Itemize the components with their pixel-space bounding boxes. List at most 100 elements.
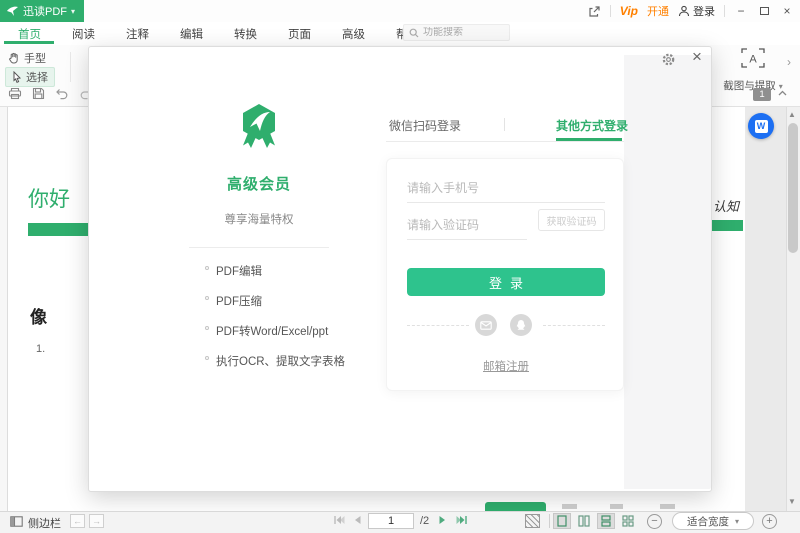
print-icon[interactable] — [8, 87, 22, 100]
history-back-button[interactable]: ← — [70, 514, 85, 528]
phone-input[interactable] — [407, 173, 605, 203]
doc-heading-text: 你好 — [28, 183, 70, 213]
history-forward-button[interactable]: → — [89, 514, 104, 528]
cursor-icon — [12, 71, 22, 83]
capture-extract-button[interactable]: A 截图与提取 ▾ — [713, 48, 793, 93]
next-page-button[interactable] — [438, 515, 447, 525]
active-menu-underline — [4, 41, 54, 44]
quick-action-icons — [8, 87, 93, 100]
doc-right-heading-text: 认知 — [713, 196, 739, 215]
qq-login-icon[interactable] — [510, 314, 532, 336]
email-login-icon[interactable] — [475, 314, 497, 336]
scroll-down-icon[interactable]: ▼ — [788, 497, 796, 506]
app-logo-bird-icon — [6, 6, 19, 17]
email-register-link[interactable]: 邮箱注册 — [387, 358, 625, 374]
save-icon[interactable] — [32, 87, 45, 100]
menu-tab-annotate[interactable]: 注释 — [126, 26, 149, 42]
hidden-dialog-label — [610, 504, 623, 509]
hidden-dialog-label — [562, 504, 577, 509]
dropdown-caret-icon: ▾ — [735, 517, 739, 526]
feature-item: 执行OCR、提取文字表格 — [205, 353, 345, 369]
page-background-icon[interactable] — [525, 514, 540, 528]
close-dialog-icon[interactable]: × — [692, 48, 702, 65]
maximize-icon — [760, 7, 769, 15]
tab-wechat-login[interactable]: 微信扫码登录 — [389, 117, 461, 134]
continuous-view-button[interactable] — [597, 513, 615, 529]
maximize-button[interactable] — [757, 4, 771, 18]
close-window-button[interactable]: × — [780, 4, 794, 18]
zoom-in-button[interactable]: + — [762, 514, 777, 529]
app-title: 迅读PDF — [23, 3, 67, 19]
toolbar-overflow-icon[interactable]: › — [787, 55, 791, 69]
bullet-icon — [205, 326, 209, 330]
tab-separator — [504, 118, 505, 131]
search-input[interactable] — [423, 27, 503, 38]
previous-page-button[interactable] — [353, 515, 362, 525]
menu-tab-home[interactable]: 首页 — [18, 26, 41, 42]
hidden-dialog-green-button[interactable] — [485, 502, 546, 511]
titlebar-separator — [724, 5, 725, 17]
convert-to-word-badge[interactable]: W — [748, 113, 774, 139]
zoom-out-button[interactable]: − — [647, 514, 662, 529]
statusbar-separator — [549, 514, 550, 528]
page-count-badge: 1 — [753, 88, 771, 101]
single-page-view-button[interactable] — [553, 513, 571, 529]
divider-dash — [543, 325, 605, 326]
word-doc-icon: W — [755, 120, 768, 133]
menu-tab-convert[interactable]: 转换 — [234, 26, 257, 42]
sidebar-label: 侧边栏 — [28, 515, 61, 531]
membership-subtitle: 尊享海量特权 — [89, 211, 429, 227]
two-page-view-button[interactable] — [575, 513, 593, 529]
first-page-button[interactable] — [333, 515, 345, 525]
app-menu-caret-icon: ▾ — [71, 7, 75, 16]
two-page-continuous-view-button[interactable] — [619, 513, 637, 529]
select-tool-button[interactable]: 选择 — [5, 67, 55, 87]
verification-code-input[interactable] — [407, 210, 527, 240]
toolbar-separator — [70, 52, 71, 82]
zoom-mode-dropdown[interactable]: 适合宽度 ▾ — [672, 512, 754, 530]
tab-underline-track — [386, 141, 624, 142]
menu-tab-edit[interactable]: 编辑 — [180, 26, 203, 42]
titlebar-separator — [610, 5, 611, 17]
undo-icon[interactable] — [55, 88, 69, 100]
hand-tool-button[interactable]: 手型 — [8, 50, 46, 66]
menu-tab-read[interactable]: 阅读 — [72, 26, 95, 42]
share-icon[interactable] — [588, 5, 601, 18]
hand-icon — [8, 52, 20, 64]
menu-tab-advanced[interactable]: 高级 — [342, 26, 365, 42]
bullet-icon — [205, 266, 209, 270]
settings-gear-icon[interactable] — [661, 52, 676, 67]
login-entry-button[interactable]: 登录 — [678, 3, 715, 19]
menu-tab-page[interactable]: 页面 — [288, 26, 311, 42]
active-tab-indicator — [556, 138, 622, 141]
page-number-input[interactable] — [368, 513, 414, 529]
search-icon — [409, 28, 419, 38]
last-page-button[interactable] — [456, 515, 468, 525]
doc-subheading-text: 像 — [30, 303, 47, 328]
feature-item: PDF转Word/Excel/ppt — [205, 323, 328, 339]
feature-search-box[interactable] — [403, 24, 510, 41]
dialog-side-panel — [624, 55, 711, 489]
collapse-toolbar-icon[interactable] — [778, 90, 787, 96]
divider-dash — [407, 325, 469, 326]
doc-right-highlight-bar — [712, 220, 743, 231]
titlebar: 迅读PDF ▾ Vip 开通 登录 − × — [0, 0, 800, 22]
feature-item: PDF压缩 — [205, 293, 262, 309]
capture-area-icon: A — [741, 48, 765, 68]
sidebar-toggle-icon[interactable] — [10, 516, 23, 527]
hidden-dialog-label — [660, 504, 675, 509]
tab-other-login[interactable]: 其他方式登录 — [556, 117, 628, 134]
panel-divider — [189, 247, 329, 248]
minimize-button[interactable]: − — [734, 4, 748, 18]
get-code-button[interactable]: 获取验证码 — [538, 209, 605, 231]
app-menu-button[interactable]: 迅读PDF ▾ — [0, 0, 84, 22]
doc-heading-highlight-bar — [28, 223, 88, 236]
login-dialog: × 高级会员 尊享海量特权 PDF编辑 PDF压缩 PDF转Word/Excel… — [88, 46, 712, 492]
activate-vip-button[interactable]: 开通 — [647, 3, 669, 19]
bullet-icon — [205, 356, 209, 360]
scrollbar-thumb[interactable] — [788, 123, 798, 253]
login-submit-button[interactable]: 登录 — [407, 268, 605, 296]
feature-item: PDF编辑 — [205, 263, 262, 279]
scroll-up-icon[interactable]: ▲ — [788, 110, 796, 119]
collapsed-sidebar-strip — [0, 107, 8, 511]
